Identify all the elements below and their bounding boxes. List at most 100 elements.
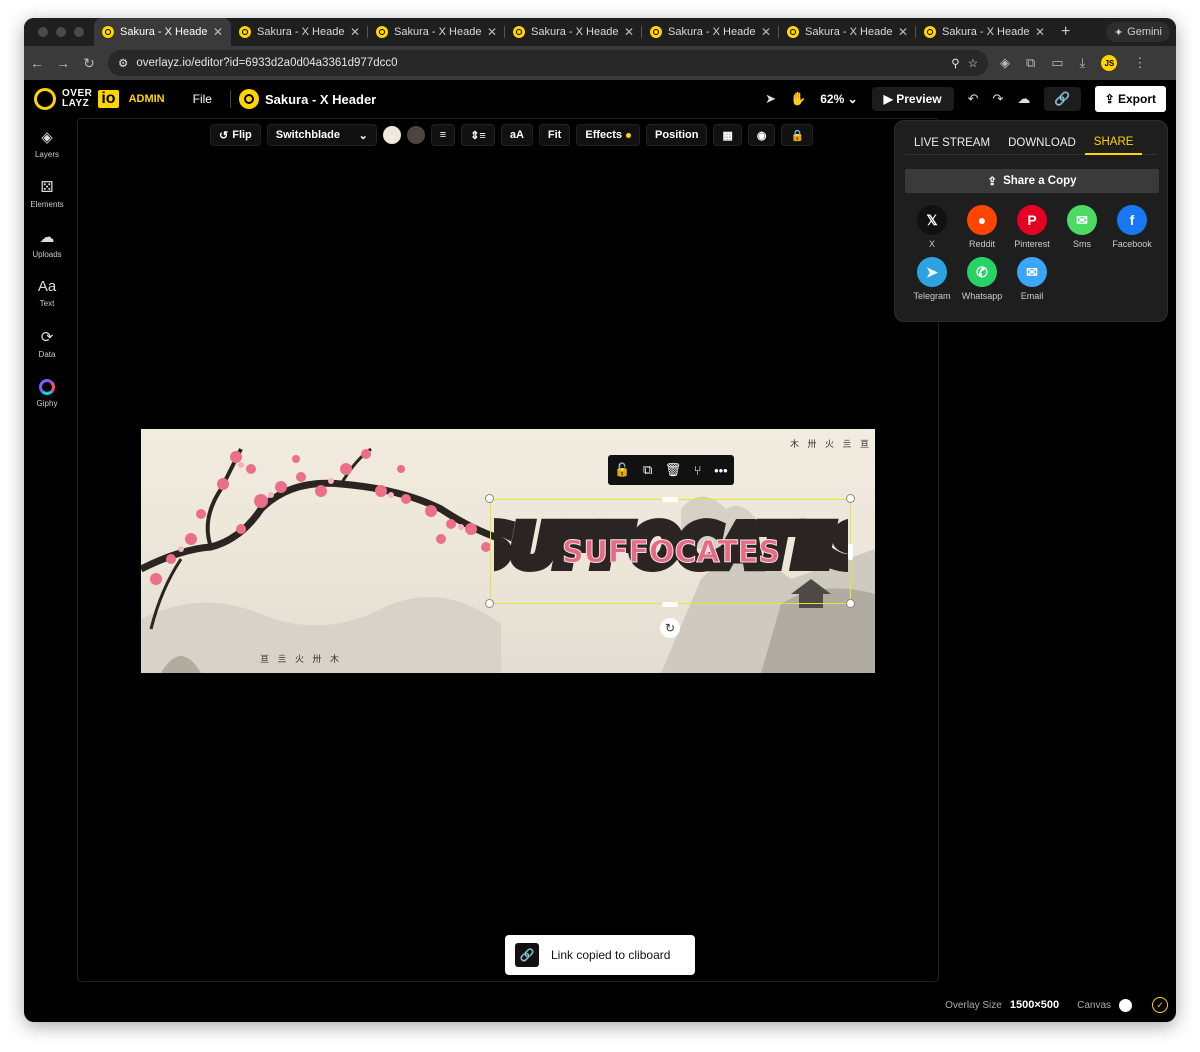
resize-handle-bl[interactable] — [485, 599, 494, 608]
address-bar[interactable]: ⚙ overlayz.io/editor?id=6933d2a0d04a3361… — [108, 50, 988, 76]
close-window-button[interactable] — [38, 27, 48, 37]
site-settings-icon[interactable]: ⚙ — [118, 56, 128, 70]
admin-badge[interactable]: ADMIN — [129, 93, 165, 105]
share-a-copy-button[interactable]: ⇪ Share a Copy — [905, 169, 1159, 193]
browser-tab[interactable]: Sakura - X Header - T ✕ — [779, 18, 916, 46]
flip-button[interactable]: ↺ Flip — [210, 124, 261, 146]
share-targets: 𝕏 X ● Reddit P Pinterest ✉ Sms f Faceboo… — [907, 205, 1157, 301]
forward-arrow-icon[interactable]: → — [50, 55, 76, 71]
branch-icon[interactable]: ⑂ — [694, 463, 702, 478]
effects-button[interactable]: Effects — [576, 124, 641, 146]
cast-icon[interactable]: ▭ — [1051, 55, 1063, 71]
resize-handle-bottom[interactable] — [662, 602, 678, 607]
tab-download[interactable]: DOWNLOAD — [999, 131, 1085, 155]
minimize-window-button[interactable] — [56, 27, 66, 37]
checklist-icon[interactable]: ✓ — [1152, 997, 1168, 1013]
share-pinterest[interactable]: P Pinterest — [1007, 205, 1057, 249]
maximize-window-button[interactable] — [74, 27, 84, 37]
flip-icon: ↺ — [219, 129, 229, 142]
share-x[interactable]: 𝕏 X — [907, 205, 957, 249]
pointer-tool-icon[interactable]: ➤ — [765, 91, 776, 107]
lock-button[interactable]: 🔒 — [781, 124, 814, 146]
download-icon[interactable]: ⤓ — [1080, 55, 1086, 71]
sidebar-item-data[interactable]: ⟳ Data — [24, 318, 70, 368]
more-menu-icon[interactable]: ⋮ — [1133, 55, 1146, 71]
close-tab-icon[interactable]: ✕ — [350, 25, 360, 39]
extensions-area: ◈ ⧉ ▭ ⤓ JS ⋮ — [1000, 55, 1146, 71]
tab-share[interactable]: SHARE — [1084, 131, 1143, 155]
canvas-label: Canvas — [1077, 999, 1111, 1011]
browser-tab[interactable]: Sakura - X Header - T ✕ — [916, 18, 1053, 46]
close-tab-icon[interactable]: ✕ — [487, 25, 497, 39]
close-tab-icon[interactable]: ✕ — [898, 25, 908, 39]
visibility-button[interactable]: ◉ — [747, 124, 776, 146]
fill-color-swatch[interactable] — [382, 126, 401, 144]
gemini-button[interactable]: ✦ Gemini — [1105, 22, 1170, 42]
close-tab-icon[interactable]: ✕ — [213, 25, 223, 39]
browser-tab[interactable]: Sakura - X Header - T ✕ — [642, 18, 779, 46]
redo-icon[interactable]: ↷ — [993, 91, 1004, 107]
bookmark-star-icon[interactable]: ☆ — [968, 56, 978, 70]
copy-link-button[interactable]: 🔗 — [1044, 87, 1081, 111]
tab-live-stream[interactable]: LIVE STREAM — [905, 131, 999, 155]
puzzle-extensions-icon[interactable]: ⧉ — [1026, 55, 1035, 71]
overlay-size-value[interactable]: 1500×500 — [1010, 999, 1059, 1011]
share-whatsapp[interactable]: ✆ Whatsapp — [957, 257, 1007, 301]
share-reddit[interactable]: ● Reddit — [957, 205, 1007, 249]
resize-handle-right[interactable] — [848, 544, 853, 560]
zoom-lens-icon[interactable]: ⚲ — [951, 56, 959, 70]
font-family-select[interactable]: Switchblade ⌄ — [266, 124, 377, 146]
share-email[interactable]: ✉ Email — [1007, 257, 1057, 301]
sidebar-item-text[interactable]: Aa Text — [24, 268, 70, 318]
text-case-button[interactable]: aA — [500, 124, 533, 146]
url-text: overlayz.io/editor?id=6933d2a0d04a3361d9… — [136, 57, 398, 69]
trash-icon[interactable]: 🗑 — [665, 462, 682, 478]
share-sms[interactable]: ✉ Sms — [1057, 205, 1107, 249]
close-tab-icon[interactable]: ✕ — [1035, 25, 1045, 39]
export-button[interactable]: ⇪ Export — [1094, 86, 1166, 112]
browser-tab[interactable]: Sakura - X Header - T ✕ — [231, 18, 368, 46]
duplicate-icon[interactable]: ⧉ — [643, 462, 652, 478]
sidebar-item-uploads[interactable]: ☁ Uploads — [24, 218, 70, 268]
cloud-save-icon[interactable]: ☁ — [1017, 91, 1030, 107]
project-name[interactable]: Sakura - X Header — [265, 92, 376, 107]
extension-icon[interactable]: ◈ — [1000, 55, 1010, 71]
browser-tab[interactable]: Sakura - X Header - T ✕ — [94, 18, 231, 46]
position-button[interactable]: Position — [646, 124, 708, 146]
line-height-button[interactable]: ⇕≡ — [461, 124, 495, 146]
resize-handle-tl[interactable] — [485, 494, 494, 503]
share-facebook[interactable]: f Facebook — [1107, 205, 1157, 249]
file-menu[interactable]: File — [193, 92, 212, 106]
new-tab-button[interactable]: + — [1053, 23, 1080, 46]
overlay-size-label: Overlay Size — [945, 999, 1002, 1011]
close-tab-icon[interactable]: ✕ — [761, 25, 771, 39]
reload-icon[interactable]: ↻ — [76, 55, 102, 72]
browser-tab[interactable]: Sakura - X Header - T ✕ — [505, 18, 642, 46]
preview-button[interactable]: ▶ Preview — [871, 87, 954, 111]
sidebar-item-elements[interactable]: ⚄ Elements — [24, 168, 70, 218]
close-tab-icon[interactable]: ✕ — [624, 25, 634, 39]
sidebar-item-layers[interactable]: ◈ Layers — [24, 118, 70, 168]
transparency-button[interactable]: ▦ — [713, 124, 742, 146]
resize-handle-tr[interactable] — [846, 494, 855, 503]
fit-button[interactable]: Fit — [538, 124, 571, 146]
back-arrow-icon[interactable]: ← — [24, 55, 50, 71]
profile-avatar[interactable]: JS — [1101, 55, 1118, 71]
telegram-icon: ➤ — [917, 257, 947, 287]
resize-handle-br[interactable] — [846, 599, 855, 608]
rotate-handle-icon[interactable]: ↻ — [660, 618, 680, 638]
browser-tab[interactable]: Sakura - X Header - T ✕ — [368, 18, 505, 46]
hand-tool-icon[interactable]: ✋ — [790, 91, 806, 107]
align-button[interactable]: ≡ — [430, 124, 456, 146]
resize-handle-top[interactable] — [662, 497, 678, 502]
overlayz-favicon-icon — [239, 26, 251, 38]
undo-icon[interactable]: ↶ — [968, 91, 979, 107]
overlayz-logo[interactable]: OVER LAYZ io — [34, 88, 119, 110]
share-telegram[interactable]: ➤ Telegram — [907, 257, 957, 301]
zoom-dropdown[interactable]: 62% ⌄ — [820, 92, 857, 106]
canvas-color-toggle[interactable] — [1119, 998, 1132, 1012]
unlock-icon[interactable]: 🔓 — [614, 462, 630, 478]
sidebar-item-giphy[interactable]: Giphy — [24, 368, 70, 418]
stroke-color-swatch[interactable] — [406, 126, 425, 144]
more-options-icon[interactable]: ••• — [714, 463, 728, 478]
